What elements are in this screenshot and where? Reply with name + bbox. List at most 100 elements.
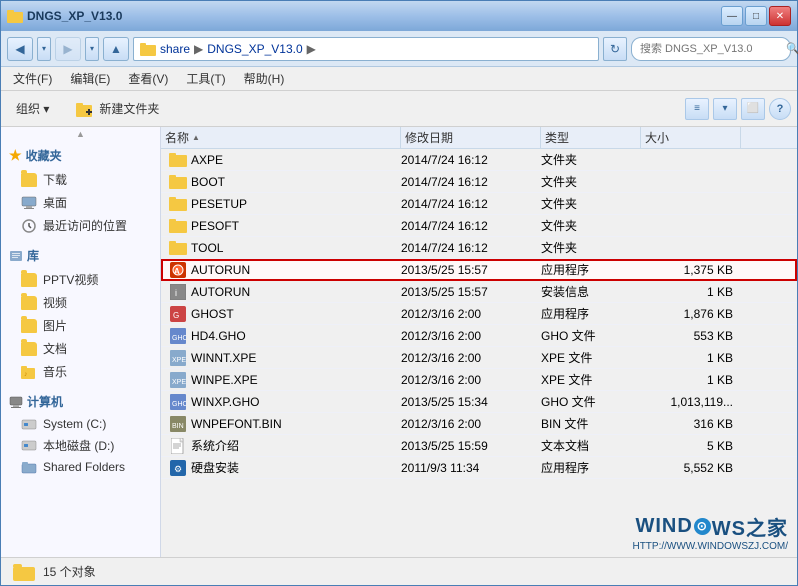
file-row[interactable]: XPE WINPE.XPE 2012/3/16 2:00 XPE 文件 1 KB (161, 369, 797, 391)
file-name: PESOFT (191, 219, 239, 233)
sidebar-item-locald[interactable]: 本地磁盘 (D:) (1, 434, 160, 457)
shared-folders-icon (21, 461, 37, 474)
file-row[interactable]: TOOL 2014/7/24 16:12 文件夹 (161, 237, 797, 259)
panel-button[interactable]: ⬜ (741, 98, 765, 120)
file-date: 2014/7/24 16:12 (401, 197, 488, 211)
title-bar-left: DNGS_XP_V13.0 (7, 8, 122, 24)
file-type: 文件夹 (541, 173, 577, 190)
file-cell-type: 文本文档 (541, 435, 641, 456)
search-icon[interactable]: 🔍 (786, 41, 798, 57)
file-cell-name: PESETUP (161, 193, 401, 214)
sidebar-item-music[interactable]: ♪ 音乐 (1, 360, 160, 383)
file-size: 553 KB (694, 329, 733, 343)
library-header[interactable]: 库 (1, 241, 160, 268)
up-button[interactable]: ▲ (103, 37, 129, 61)
forward-button[interactable]: ▶ (55, 37, 81, 61)
favorites-header[interactable]: ★ 收藏夹 (1, 141, 160, 168)
organize-button[interactable]: 组织 ▾ (7, 95, 58, 122)
file-type: BIN 文件 (541, 415, 588, 432)
file-cell-type: 应用程序 (541, 259, 641, 280)
file-date: 2013/5/25 15:57 (401, 285, 488, 299)
back-button[interactable]: ◀ (7, 37, 33, 61)
menu-edit[interactable]: 编辑(E) (62, 68, 118, 89)
sidebar-item-pptv[interactable]: PPTV视频 (1, 268, 160, 291)
menu-file[interactable]: 文件(F) (5, 68, 60, 89)
file-row[interactable]: PESETUP 2014/7/24 16:12 文件夹 (161, 193, 797, 215)
view-button-2[interactable]: ▾ (713, 98, 737, 120)
file-row[interactable]: PESOFT 2014/7/24 16:12 文件夹 (161, 215, 797, 237)
sidebar-scroll-up[interactable]: ▲ (1, 127, 160, 141)
menu-help[interactable]: 帮助(H) (236, 68, 293, 89)
library-section: 库 PPTV视频 视频 图片 文档 (1, 241, 160, 383)
svg-text:GHO: GHO (172, 401, 186, 408)
computer-header[interactable]: 计算机 (1, 387, 160, 414)
file-type: XPE 文件 (541, 349, 592, 366)
path-share[interactable]: share (160, 42, 190, 56)
file-date: 2014/7/24 16:12 (401, 153, 488, 167)
sidebar-item-systemc[interactable]: System (C:) (1, 414, 160, 434)
sidebar-item-desktop[interactable]: 桌面 (1, 191, 160, 214)
menu-view[interactable]: 查看(V) (120, 68, 176, 89)
file-cell-size: 1 KB (641, 347, 741, 368)
recent-label: 最近访问的位置 (43, 217, 127, 234)
file-icon: G (169, 306, 187, 322)
file-row[interactable]: GHO WINXP.GHO 2013/5/25 15:34 GHO 文件 1,0… (161, 391, 797, 413)
file-row[interactable]: i AUTORUN 2013/5/25 15:57 安装信息 1 KB (161, 281, 797, 303)
file-cell-date: 2011/9/3 11:34 (401, 457, 541, 478)
forward-dropdown[interactable]: ▾ (85, 37, 99, 61)
systemc-label: System (C:) (43, 417, 106, 431)
path-folder[interactable]: DNGS_XP_V13.0 (207, 42, 302, 56)
sidebar-item-recent[interactable]: 最近访问的位置 (1, 214, 160, 237)
file-row[interactable]: 系统介绍 2013/5/25 15:59 文本文档 5 KB (161, 435, 797, 457)
file-type: 应用程序 (541, 459, 589, 476)
file-row[interactable]: AXPE 2014/7/24 16:12 文件夹 (161, 149, 797, 171)
file-date: 2014/7/24 16:12 (401, 241, 488, 255)
col-header-name[interactable]: 名称 ▲ (161, 127, 401, 148)
file-icon (169, 218, 187, 234)
view-button[interactable]: ≡ (685, 98, 709, 120)
sidebar-item-video[interactable]: 视频 (1, 291, 160, 314)
file-cell-date: 2014/7/24 16:12 (401, 171, 541, 192)
maximize-button[interactable]: □ (745, 6, 767, 26)
file-type: 应用程序 (541, 305, 589, 322)
sidebar-item-documents[interactable]: 文档 (1, 337, 160, 360)
new-folder-button[interactable]: 新建文件夹 (66, 94, 168, 124)
file-type: 文件夹 (541, 151, 577, 168)
file-cell-type: XPE 文件 (541, 347, 641, 368)
file-row[interactable]: XPE WINNT.XPE 2012/3/16 2:00 XPE 文件 1 KB (161, 347, 797, 369)
help-button[interactable]: ? (769, 98, 791, 120)
drive-d-icon (21, 439, 37, 452)
file-cell-size (641, 149, 741, 170)
back-dropdown[interactable]: ▾ (37, 37, 51, 61)
col-header-size[interactable]: 大小 (641, 127, 741, 148)
file-row[interactable]: A AUTORUN 2013/5/25 15:57 应用程序 1,375 KB (161, 259, 797, 281)
col-header-date[interactable]: 修改日期 (401, 127, 541, 148)
refresh-button[interactable]: ↻ (603, 37, 627, 61)
minimize-button[interactable]: — (721, 6, 743, 26)
sidebar-item-download[interactable]: 下载 (1, 168, 160, 191)
file-row[interactable]: BIN WNPEFONT.BIN 2012/3/16 2:00 BIN 文件 3… (161, 413, 797, 435)
file-list-scroll[interactable]: 名称 ▲ 修改日期 类型 大小 (161, 127, 797, 557)
file-row[interactable]: ⚙ 硬盘安装 2011/9/3 11:34 应用程序 5,552 KB (161, 457, 797, 479)
file-size: 5,552 KB (684, 461, 733, 475)
search-box[interactable]: 🔍 (631, 37, 791, 61)
menu-tools[interactable]: 工具(T) (178, 68, 233, 89)
close-button[interactable]: ✕ (769, 6, 791, 26)
col-header-type[interactable]: 类型 (541, 127, 641, 148)
file-icon: ⚙ (169, 460, 187, 476)
file-cell-size (641, 193, 741, 214)
address-path-bar[interactable]: share ▶ DNGS_XP_V13.0 ▶ (133, 37, 599, 61)
file-cell-size: 1 KB (641, 281, 741, 302)
sidebar-item-shared[interactable]: Shared Folders (1, 457, 160, 477)
search-input[interactable] (640, 43, 782, 55)
star-icon: ★ (9, 147, 22, 164)
file-icon: GHO (169, 328, 187, 344)
file-row[interactable]: G GHOST 2012/3/16 2:00 应用程序 1,876 KB (161, 303, 797, 325)
file-cell-size (641, 237, 741, 258)
file-row[interactable]: GHO HD4.GHO 2012/3/16 2:00 GHO 文件 553 KB (161, 325, 797, 347)
file-icon (169, 196, 187, 212)
file-cell-size (641, 171, 741, 192)
file-row[interactable]: BOOT 2014/7/24 16:12 文件夹 (161, 171, 797, 193)
file-cell-type: 应用程序 (541, 457, 641, 478)
sidebar-item-pictures[interactable]: 图片 (1, 314, 160, 337)
